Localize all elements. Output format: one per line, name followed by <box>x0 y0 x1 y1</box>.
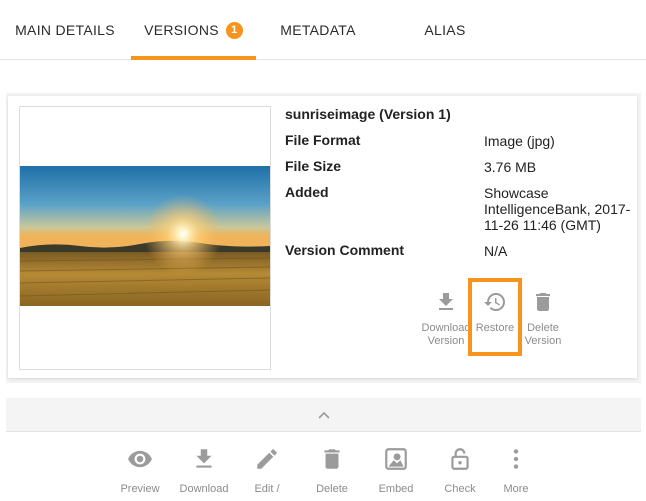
version-thumbnail[interactable] <box>20 166 270 306</box>
tab-metadata[interactable]: METADATA <box>262 0 374 60</box>
chevron-up-icon <box>317 411 330 419</box>
image-embed-icon <box>385 448 407 470</box>
download-version-label: Download Version <box>421 322 471 347</box>
embed-button[interactable]: Embed <box>364 446 428 495</box>
more-button[interactable]: More <box>484 446 548 495</box>
trash-icon <box>536 293 550 311</box>
more-vertical-icon <box>513 449 519 469</box>
version-comment-label: Version Comment <box>285 242 405 258</box>
restore-version-button[interactable]: Restore <box>470 290 520 335</box>
check-label: Check <box>444 483 476 495</box>
version-title: sunriseimage (Version 1) <box>285 106 451 122</box>
file-size-label: File Size <box>285 158 342 174</box>
edit-button[interactable]: Edit / <box>235 446 299 495</box>
delete-label: Delete <box>316 483 348 495</box>
file-format-label: File Format <box>285 132 361 148</box>
tab-label: METADATA <box>280 22 356 38</box>
tab-label: ALIAS <box>424 22 466 38</box>
restore-label: Restore <box>475 322 515 334</box>
file-size-value: 3.76 MB <box>484 159 537 175</box>
sunrise-image <box>20 166 270 306</box>
tab-label: MAIN DETAILS <box>15 22 115 38</box>
edit-label: Edit / <box>254 483 280 495</box>
file-format-value: Image (jpg) <box>484 133 555 149</box>
download-label: Download <box>179 483 229 495</box>
tab-alias[interactable]: ALIAS <box>390 0 500 60</box>
embed-label: Embed <box>378 483 414 495</box>
lock-open-icon <box>451 448 469 470</box>
delete-version-button[interactable]: Delete Version <box>518 290 568 348</box>
tab-bar: MAIN DETAILS VERSIONS 1 METADATA ALIAS <box>0 0 646 60</box>
tab-label: VERSIONS <box>144 22 219 38</box>
download-button[interactable]: Download <box>172 446 236 495</box>
delete-button[interactable]: Delete <box>300 446 364 495</box>
check-button[interactable]: Check <box>428 446 492 495</box>
delete-version-label: Delete Version <box>524 322 562 347</box>
version-comment-value: N/A <box>484 243 508 259</box>
trash-icon <box>324 449 340 469</box>
added-label: Added <box>285 184 329 200</box>
preview-button[interactable]: Preview <box>108 446 172 495</box>
eye-icon <box>128 450 152 468</box>
tab-versions[interactable]: VERSIONS 1 <box>131 0 256 60</box>
versions-count-badge: 1 <box>225 21 243 39</box>
tab-main-details[interactable]: MAIN DETAILS <box>0 0 130 60</box>
collapse-toggle[interactable] <box>6 398 641 432</box>
download-version-button[interactable]: Download Version <box>421 290 471 348</box>
added-value: Showcase IntelligenceBank, 2017-11-26 11… <box>484 185 631 233</box>
more-label: More <box>503 483 529 495</box>
history-icon <box>484 293 505 311</box>
pencil-icon <box>257 449 277 469</box>
preview-label: Preview <box>120 483 160 495</box>
download-icon <box>439 293 453 310</box>
download-icon <box>196 449 212 468</box>
